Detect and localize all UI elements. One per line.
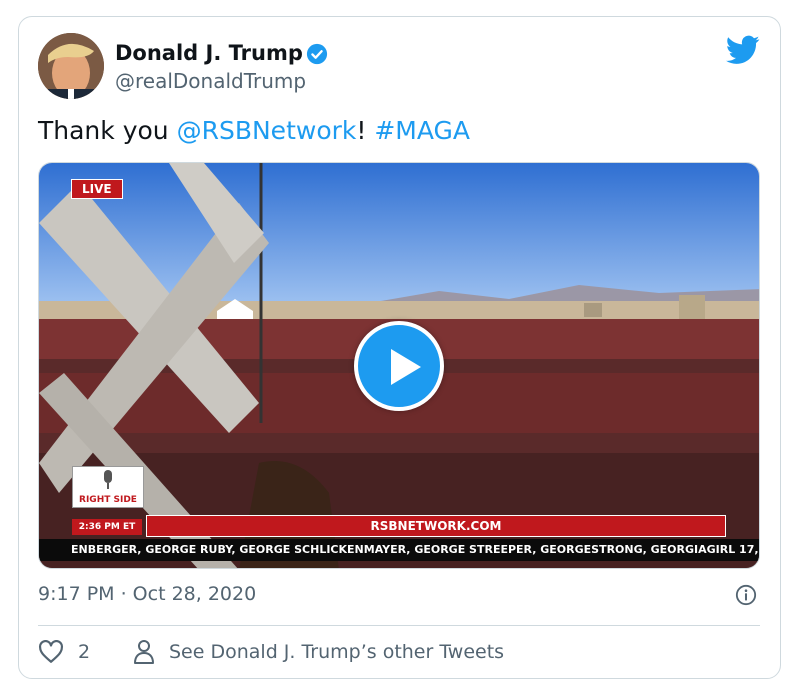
tweet-timestamp[interactable]: 9:17 PM · Oct 28, 2020	[38, 583, 256, 605]
heart-icon	[39, 640, 63, 663]
news-ticker: ENBERGER, GEORGE RUBY, GEORGE SCHLICKENM…	[39, 539, 759, 561]
twitter-bird-icon[interactable]	[726, 35, 760, 65]
divider	[38, 625, 760, 626]
mention-link[interactable]: @RSBNetwork	[177, 116, 357, 145]
like-count: 2	[78, 641, 91, 663]
verified-badge-icon	[306, 43, 328, 65]
tweet-card[interactable]: Donald J. Trump @realDonaldTrump Thank y…	[18, 16, 781, 679]
hashtag-link[interactable]: #MAGA	[374, 116, 470, 145]
author-handle[interactable]: @realDonaldTrump	[115, 69, 306, 93]
tweet-text-mid: !	[356, 116, 375, 145]
person-icon	[134, 640, 154, 664]
see-other-tweets-link[interactable]: See Donald J. Trump’s other Tweets	[133, 639, 504, 665]
microphone-icon	[104, 470, 112, 489]
like-button[interactable]: 2	[38, 639, 90, 665]
video-player[interactable]: LIVE RIGHT SIDE 2:36 PM ET RSBNETWORK.CO…	[38, 162, 760, 569]
tweet-text-prefix: Thank you	[38, 116, 177, 145]
avatar-image	[38, 33, 104, 99]
live-badge: LIVE	[71, 179, 123, 199]
play-icon[interactable]	[354, 321, 444, 411]
right-side-logo: RIGHT SIDE	[72, 466, 144, 508]
info-icon[interactable]	[735, 584, 757, 606]
logo-text: RIGHT SIDE	[79, 495, 137, 505]
network-banner: RSBNETWORK.COM	[146, 515, 726, 537]
author-name[interactable]: Donald J. Trump	[115, 41, 303, 65]
see-other-tweets-label: See Donald J. Trump’s other Tweets	[169, 641, 505, 663]
tweet-text: Thank you @RSBNetwork! #MAGA	[38, 116, 470, 145]
avatar[interactable]	[38, 33, 104, 99]
broadcast-time: 2:36 PM ET	[72, 519, 142, 535]
